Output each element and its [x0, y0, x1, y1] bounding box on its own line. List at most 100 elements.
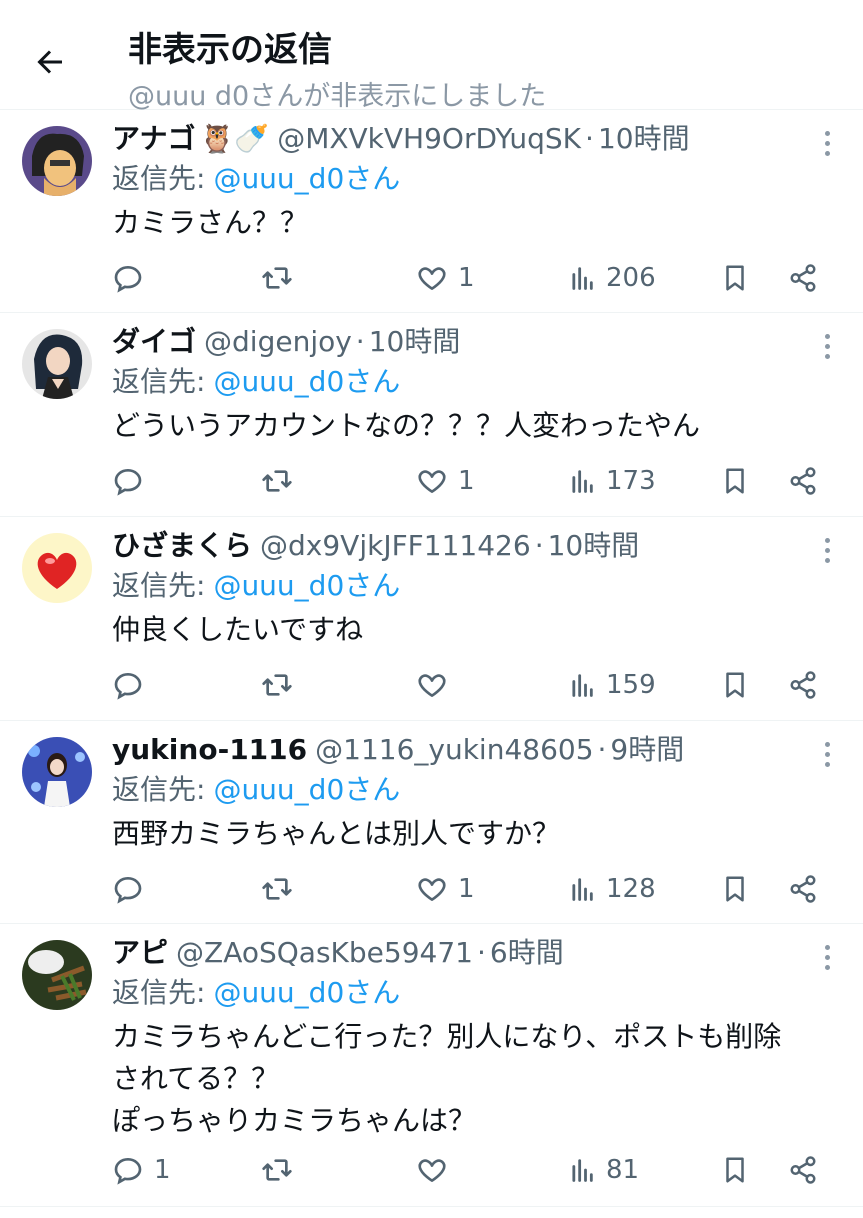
bookmark-button[interactable] [720, 461, 750, 501]
reply-icon [114, 672, 142, 700]
bookmark-button[interactable] [720, 869, 750, 909]
display-name[interactable]: ダイゴ [112, 325, 196, 359]
retweet-button[interactable] [260, 1150, 304, 1190]
timestamp[interactable]: 9時間 [610, 733, 684, 767]
reply-item[interactable]: アピ @ZAoSQasKbe59471 · 6時間 返信先: @uuu_d0さん … [0, 924, 863, 1207]
display-name[interactable]: アピ [112, 936, 168, 970]
views-button[interactable]: 81 [568, 1150, 639, 1190]
more-vertical-icon[interactable] [817, 940, 837, 974]
bookmark-button[interactable] [720, 665, 750, 705]
mention-link[interactable]: @uuu_d0さん [213, 976, 400, 1009]
views-button[interactable]: 159 [568, 665, 656, 705]
reply-text-line: されてる？？ [112, 1062, 280, 1095]
retweet-icon [262, 267, 292, 289]
reply-icon [114, 265, 142, 293]
page-subtitle: @uuu d0さんが非表示にしました [128, 81, 547, 112]
timestamp[interactable]: 10時間 [548, 529, 640, 563]
more-vertical-icon[interactable] [817, 126, 837, 160]
replying-to: 返信先: @uuu_d0さん [112, 162, 400, 196]
avatar[interactable] [22, 329, 92, 399]
reply-button[interactable] [112, 258, 154, 298]
avatar[interactable] [22, 940, 92, 1010]
share-button[interactable] [788, 869, 818, 909]
user-handle[interactable]: @digenjoy [204, 325, 352, 359]
reply-text: カミラさん？？ [112, 202, 832, 244]
user-handle[interactable]: @MXVkVH9OrDYuqSK [277, 122, 581, 156]
like-button[interactable] [416, 1150, 458, 1190]
share-icon [790, 671, 816, 699]
replying-to: 返信先: @uuu_d0さん [112, 365, 400, 399]
reply-header: ダイゴ @digenjoy · 10時間 [112, 325, 460, 359]
user-handle[interactable]: @dx9VjkJFF111426 [260, 529, 531, 563]
like-button[interactable]: 1 [416, 258, 475, 298]
bookmark-icon [726, 876, 744, 902]
retweet-button[interactable] [260, 665, 304, 705]
views-icon [572, 878, 593, 901]
reply-icon [114, 468, 142, 496]
timestamp[interactable]: 6時間 [490, 936, 564, 970]
reply-item[interactable]: アナゴ 🦉🍼 @MXVkVH9OrDYuqSK · 10時間 返信先: @uuu_… [0, 110, 863, 313]
more-vertical-icon[interactable] [817, 533, 837, 567]
share-icon [790, 264, 816, 292]
back-button[interactable] [22, 34, 78, 90]
separator-dot: · [597, 733, 607, 766]
display-name[interactable]: ひざまくら [112, 529, 252, 563]
reply-icon [114, 876, 142, 904]
timestamp[interactable]: 10時間 [598, 122, 690, 156]
reply-item[interactable]: ひざまくら @dx9VjkJFF111426 · 10時間 返信先: @uuu_d… [0, 517, 863, 721]
reply-item[interactable]: ダイゴ @digenjoy · 10時間 返信先: @uuu_d0さん どういうア… [0, 313, 863, 517]
bookmark-button[interactable] [720, 1150, 750, 1190]
reply-text-line: カミラさん？？ [112, 206, 309, 239]
user-handle[interactable]: @ZAoSQasKbe59471 [176, 936, 473, 970]
reply-header: アナゴ 🦉🍼 @MXVkVH9OrDYuqSK · 10時間 [112, 122, 690, 156]
retweet-icon [262, 1159, 292, 1181]
avatar[interactable] [22, 533, 92, 603]
more-vertical-icon[interactable] [817, 737, 837, 771]
separator-dot: · [534, 529, 544, 562]
share-icon [790, 467, 816, 495]
mention-link[interactable]: @uuu_d0さん [213, 773, 400, 806]
share-button[interactable] [788, 665, 818, 705]
mention-link[interactable]: @uuu_d0さん [213, 162, 400, 195]
share-button[interactable] [788, 1150, 818, 1190]
like-count: 1 [458, 466, 475, 496]
reply-icon [114, 1157, 142, 1185]
replying-to-label: 返信先: [112, 773, 206, 806]
like-count: 1 [458, 874, 475, 904]
retweet-button[interactable] [260, 869, 304, 909]
views-button[interactable]: 128 [568, 869, 656, 909]
separator-dot: · [585, 122, 594, 155]
retweet-button[interactable] [260, 461, 304, 501]
views-button[interactable]: 173 [568, 461, 656, 501]
more-vertical-icon[interactable] [817, 329, 837, 363]
views-count: 159 [606, 670, 656, 700]
mention-link[interactable]: @uuu_d0さん [213, 365, 400, 398]
reply-count: 1 [154, 1155, 171, 1185]
bookmark-button[interactable] [720, 258, 750, 298]
display-name[interactable]: アナゴ [112, 122, 195, 156]
like-button[interactable]: 1 [416, 869, 475, 909]
mention-link[interactable]: @uuu_d0さん [213, 569, 400, 602]
display-name[interactable]: yukino-1116 [112, 733, 307, 767]
avatar[interactable] [22, 737, 92, 807]
replying-to-label: 返信先: [112, 569, 206, 602]
replying-to: 返信先: @uuu_d0さん [112, 569, 400, 603]
reply-button[interactable] [112, 665, 154, 705]
reply-item[interactable]: yukino-1116 @1116_yukin48605 · 9時間 返信先: @… [0, 721, 863, 924]
timestamp[interactable]: 10時間 [369, 325, 461, 359]
action-bar: 1 173 [112, 461, 832, 501]
views-icon [572, 470, 593, 493]
like-button[interactable] [416, 665, 458, 705]
avatar[interactable] [22, 126, 92, 196]
like-button[interactable]: 1 [416, 461, 475, 501]
user-handle[interactable]: @1116_yukin48605 [315, 733, 593, 767]
reply-button[interactable]: 1 [112, 1150, 171, 1190]
reply-button[interactable] [112, 461, 154, 501]
reply-button[interactable] [112, 869, 154, 909]
separator-dot: · [355, 325, 365, 358]
views-button[interactable]: 206 [568, 258, 656, 298]
views-count: 173 [606, 466, 656, 496]
share-button[interactable] [788, 461, 818, 501]
retweet-button[interactable] [260, 258, 304, 298]
share-button[interactable] [788, 258, 818, 298]
